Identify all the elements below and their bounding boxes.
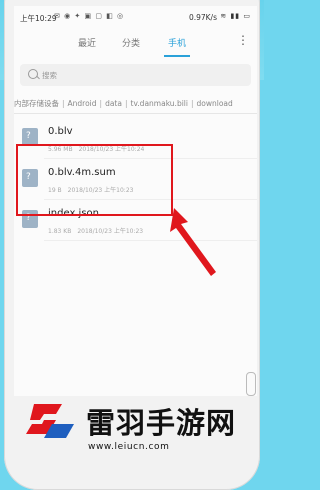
watermark-url: www.leiucn.com	[88, 442, 170, 452]
scroll-handle[interactable]	[246, 372, 256, 396]
brand-logo-icon	[26, 404, 74, 438]
annotation-arrow	[170, 208, 216, 276]
watermark-brand: 雷羽手游网	[86, 406, 237, 440]
